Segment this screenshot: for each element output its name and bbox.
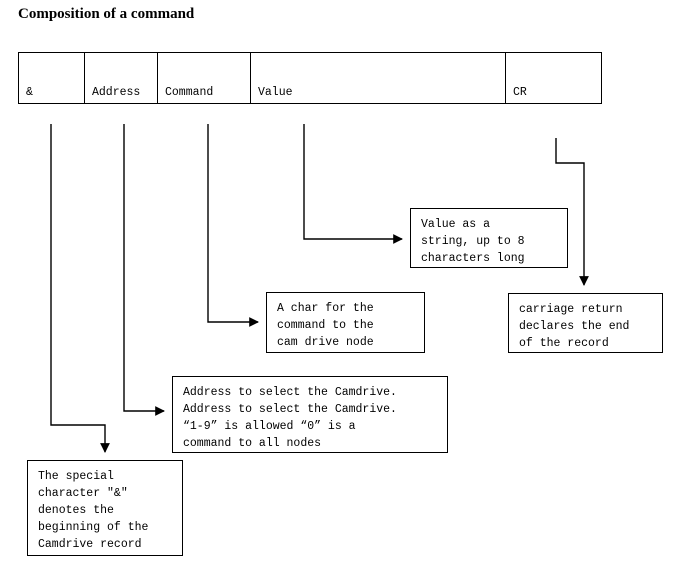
leader-address <box>123 124 165 416</box>
callout-value: Value as a string, up to 8 characters lo… <box>410 208 568 268</box>
callout-address: Address to select the Camdrive. Address … <box>172 376 448 453</box>
callout-carriage-return: carriage return declares the end of the … <box>508 293 663 353</box>
leader-ampersand <box>50 124 110 453</box>
diagram-canvas: Composition of a command & Address Comma… <box>0 0 684 572</box>
callout-ampersand: The special character "&" denotes the be… <box>27 460 183 556</box>
leader-value <box>303 124 403 244</box>
callout-command: A char for the command to the cam drive … <box>266 292 425 353</box>
leader-command <box>207 124 259 327</box>
